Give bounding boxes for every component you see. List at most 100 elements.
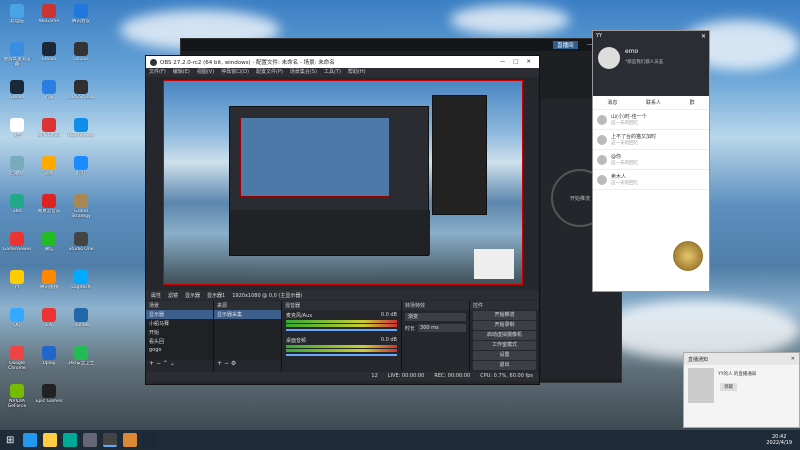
- obs-preview-canvas[interactable]: [163, 80, 523, 285]
- scene-item[interactable]: 开始: [146, 328, 213, 337]
- transition-mode-select[interactable]: 渐变: [405, 313, 466, 321]
- edge-icon[interactable]: [63, 433, 78, 447]
- notification-close-icon[interactable]: ✕: [791, 356, 795, 362]
- source-settings-icon[interactable]: ⚙: [231, 360, 236, 367]
- desktop-icon-label: 游戏: [44, 171, 54, 176]
- system-clock[interactable]: 20:42 2022/4/19: [766, 434, 792, 446]
- taskbar: ⊞ 20:42 2022/4/19: [0, 430, 800, 450]
- desktop-icon[interactable]: Grand Strategy: [66, 194, 96, 219]
- desktop-icon[interactable]: WPS Office: [34, 118, 64, 138]
- obs-taskbar-icon[interactable]: [103, 433, 118, 447]
- desktop-icon[interactable]: 腾讯会议: [66, 4, 96, 24]
- desktop-icon[interactable]: QQ: [2, 308, 32, 328]
- control-button[interactable]: 开始录制: [473, 321, 536, 330]
- desktop-icon[interactable]: 钉钉: [66, 156, 96, 176]
- desktop-icon[interactable]: 腾讯视频: [34, 270, 64, 290]
- desktop-icon[interactable]: Oculus: [66, 42, 96, 62]
- control-button[interactable]: 开始推流: [473, 311, 536, 320]
- scene-item[interactable]: gogo: [146, 346, 213, 354]
- desktop-icon[interactable]: YY: [2, 270, 32, 290]
- desktop-icon[interactable]: 网易云音乐: [34, 194, 64, 214]
- avatar: [597, 134, 607, 145]
- source-item[interactable]: 显示器采集: [214, 310, 281, 319]
- obs-menu-item[interactable]: 文件(F): [149, 68, 166, 77]
- obs-menu-item[interactable]: 帮助(H): [348, 68, 366, 77]
- obs-menu-item[interactable]: 视图(V): [197, 68, 214, 77]
- source-bar-item: 1920x1080 @ 0,0 (主显示器): [232, 292, 303, 299]
- avatar[interactable]: [598, 47, 620, 69]
- desktop-icon[interactable]: 此电脑: [2, 4, 32, 24]
- chat-row[interactable]: 上不了台的猫又加时 这一天的回忆: [593, 130, 709, 150]
- control-button[interactable]: 退出: [473, 361, 536, 370]
- chat-row[interactable]: @你 这一天的回忆: [593, 150, 709, 170]
- live-notification[interactable]: 直播通知 ✕ YY的人 的直播通知 领取: [683, 352, 800, 428]
- chat-row[interactable]: 卖木人 这一天的回忆: [593, 170, 709, 190]
- avatar: [597, 154, 607, 165]
- yy-tab[interactable]: 消息: [607, 99, 617, 106]
- desktop-icon[interactable]: Steam: [2, 80, 32, 100]
- obs-menu-item[interactable]: 场景集合(S): [290, 68, 317, 77]
- volume-slider[interactable]: [286, 329, 397, 331]
- desktop-icon[interactable]: Studio One: [66, 232, 96, 252]
- control-button[interactable]: 工作室模式: [473, 341, 536, 350]
- yy-window[interactable]: YY ✕ emo *那些我们都人员差 消息 联系人 群 山(小)时-佳一个 这一天的回…: [592, 30, 710, 292]
- steam-taskbar-icon[interactable]: [143, 433, 158, 447]
- folder-icon[interactable]: [43, 433, 58, 447]
- scene-item[interactable]: 显示器: [146, 310, 213, 319]
- source-bar-item[interactable]: 属性: [151, 292, 161, 299]
- obs-menu-item[interactable]: 配置文件(P): [256, 68, 283, 77]
- desktop-icon[interactable]: NVIDIA GeForce: [2, 384, 32, 409]
- desktop-icon[interactable]: 游戏: [34, 156, 64, 176]
- scene-item[interactable]: 小船马赛: [146, 319, 213, 328]
- chat-row[interactable]: 山(小)时-佳一个 这一天的回忆: [593, 110, 709, 130]
- desktop-icon[interactable]: Uplay: [34, 346, 64, 366]
- control-button[interactable]: 设置: [473, 351, 536, 360]
- volume-slider[interactable]: [286, 354, 397, 356]
- yy-tab[interactable]: 联系人: [646, 99, 661, 106]
- remove-scene-icon[interactable]: −: [156, 360, 161, 367]
- desktop-icon[interactable]: 回收站: [2, 156, 32, 176]
- desktop-icon[interactable]: 360: [2, 194, 32, 214]
- scene-down-icon[interactable]: ⌄: [170, 360, 175, 367]
- desktop-icon[interactable]: OBS Studio: [66, 80, 96, 100]
- desktop-icon[interactable]: Logitech: [66, 270, 96, 290]
- scene-item[interactable]: 看头回: [146, 337, 213, 346]
- notification-button[interactable]: 领取: [720, 383, 737, 391]
- yy-close-icon[interactable]: ✕: [701, 33, 706, 40]
- app-icon[interactable]: [83, 433, 98, 447]
- source-bar-item[interactable]: 滤镜: [168, 292, 178, 299]
- scenes-header: 场景: [146, 301, 213, 310]
- obs-maximize-icon[interactable]: □: [513, 59, 518, 65]
- yy-tab[interactable]: 群: [690, 99, 695, 106]
- obs-menu-item[interactable]: 停靠窗口(D): [221, 68, 249, 77]
- desktop-icon[interactable]: 360安全卫士: [66, 346, 96, 366]
- desktop-icon[interactable]: 迅雷: [34, 80, 64, 100]
- obs-close-icon[interactable]: ✕: [526, 59, 531, 65]
- controls-header: 控件: [470, 301, 539, 310]
- obs-menu-item[interactable]: 工具(T): [324, 68, 341, 77]
- app-icon: [42, 80, 56, 94]
- desktop-icon[interactable]: Google Chrome: [2, 346, 32, 371]
- obs-menu-item[interactable]: 编辑(E): [173, 68, 190, 77]
- desktop-icon[interactable]: Thunder: [66, 308, 96, 328]
- desktop-icon[interactable]: 搜狗高速浏览器: [2, 42, 32, 67]
- obs-minimize-icon[interactable]: —: [500, 59, 506, 65]
- remove-source-icon[interactable]: −: [224, 360, 229, 367]
- add-source-icon[interactable]: +: [217, 360, 222, 367]
- ie-icon[interactable]: [23, 433, 38, 447]
- desktop-icon[interactable]: Epic Games: [34, 384, 64, 404]
- add-scene-icon[interactable]: +: [149, 360, 154, 367]
- start-button[interactable]: ⊞: [6, 435, 14, 446]
- desktop-icon[interactable]: GameViewer: [2, 232, 32, 252]
- yy-taskbar-icon[interactable]: [123, 433, 138, 447]
- desktop-icon[interactable]: EA: [34, 308, 64, 328]
- desktop-icon[interactable]: 文档: [2, 118, 32, 138]
- desktop-icon[interactable]: WeGame: [34, 4, 64, 24]
- desktop-icon[interactable]: 微信: [34, 232, 64, 252]
- duration-input[interactable]: 300 ms: [418, 324, 466, 332]
- scene-up-icon[interactable]: ⌃: [163, 360, 168, 367]
- desktop-icon[interactable]: Steam: [34, 42, 64, 62]
- control-button[interactable]: 启动虚拟摄像机: [473, 331, 536, 340]
- bg-tab-label[interactable]: 直播间: [553, 41, 578, 49]
- desktop-icon[interactable]: TeamViewer: [66, 118, 96, 138]
